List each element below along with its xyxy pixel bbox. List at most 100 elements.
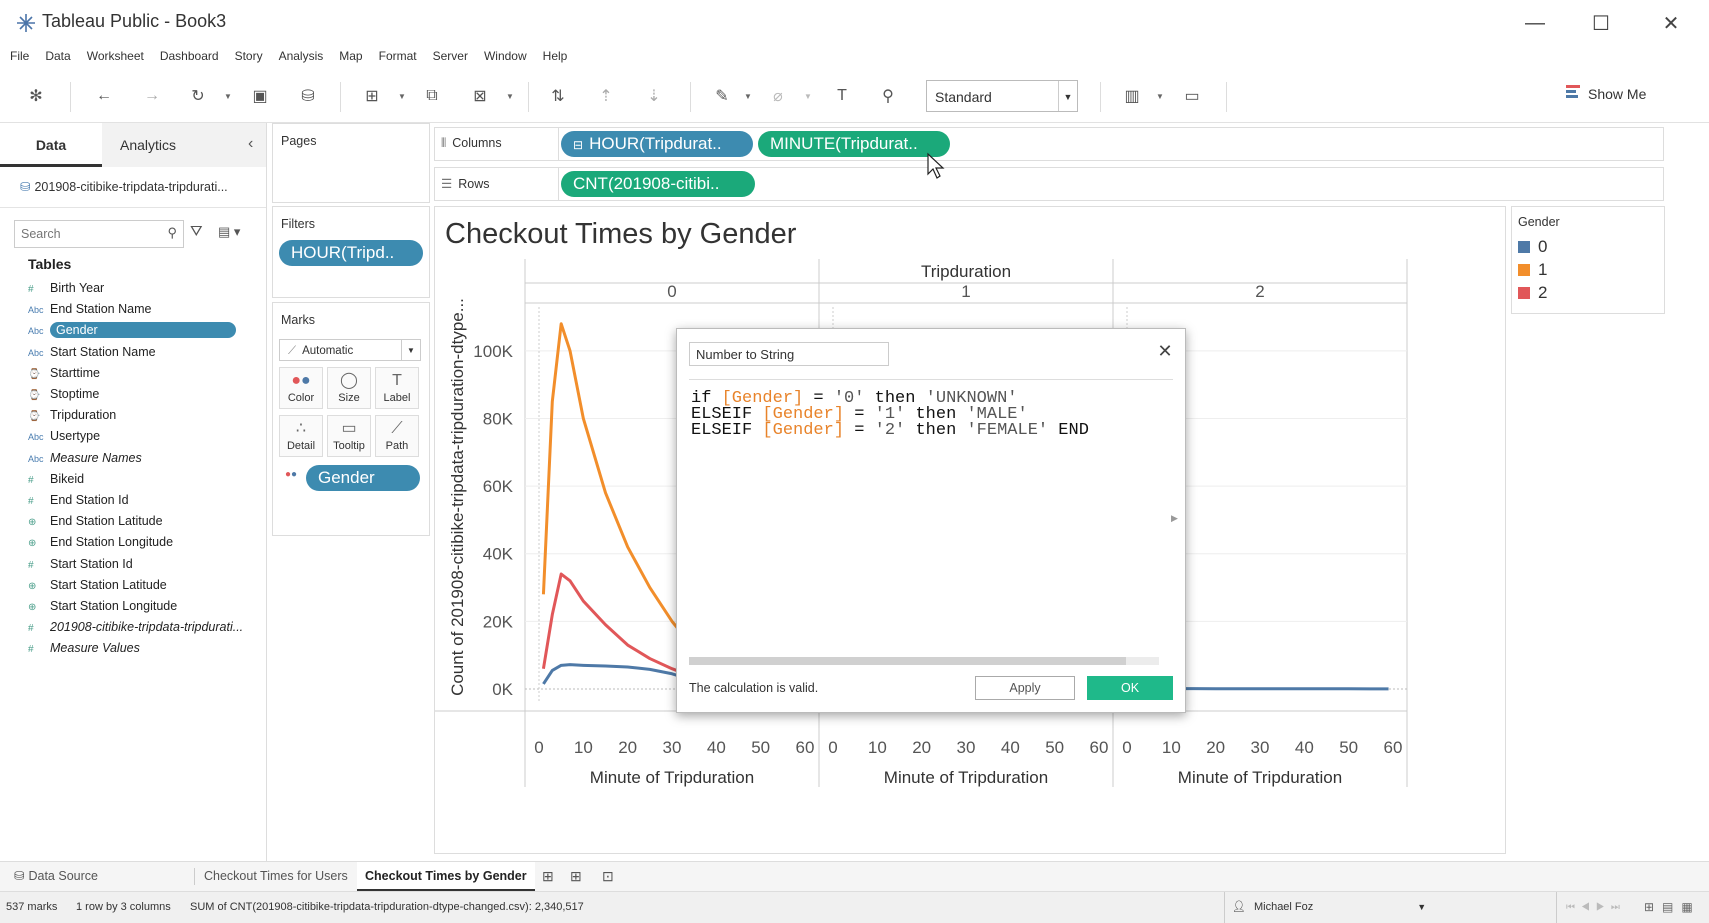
field-end-station-latitude[interactable]: ⊕End Station Latitude [28,511,163,531]
menu-dashboard[interactable]: Dashboard [152,46,227,68]
field-usertype[interactable]: AbcUsertype [28,426,100,446]
apply-button[interactable]: Apply [975,676,1075,700]
legend-item[interactable]: 0 [1518,237,1547,257]
mark-type-select[interactable]: ⟋Automatic ▼ [279,339,421,361]
field-start-station-latitude[interactable]: ⊕Start Station Latitude [28,575,167,595]
field-end-station-longitude[interactable]: ⊕End Station Longitude [28,532,173,552]
replay-dropdown-icon[interactable]: ▼ [224,92,232,101]
field-measure-names[interactable]: AbcMeasure Names [28,448,142,468]
undo-icon[interactable]: ← [92,84,116,108]
presentation-icon[interactable]: ▭ [1180,84,1204,108]
columns-pill-minute[interactable]: MINUTE(Tripdurat.. [758,131,950,157]
datasource-name[interactable]: ⛁201908-citibike-tripdata-tripdurati... [20,179,228,194]
menu-file[interactable]: File [2,46,37,68]
field-start-station-name[interactable]: AbcStart Station Name [28,342,156,362]
tableau-home-icon[interactable]: ✻ [24,84,48,108]
filters-card[interactable]: Filters HOUR(Tripd.. [272,206,430,298]
clear-dropdown-icon[interactable]: ▼ [506,92,514,101]
dialog-close-button[interactable]: ✕ [1155,341,1175,361]
editor-scrollbar[interactable] [689,657,1159,665]
ok-button[interactable]: OK [1087,676,1173,700]
menu-worksheet[interactable]: Worksheet [79,46,152,68]
sort-descending-icon[interactable]: ⇣ [642,84,666,108]
field-start-station-longitude[interactable]: ⊕Start Station Longitude [28,596,177,616]
redo-icon[interactable]: → [140,84,164,108]
filter-pill[interactable]: HOUR(Tripd.. [279,240,423,266]
new-dashboard-tab-icon[interactable]: ⊞ [562,862,590,891]
field-measure-values[interactable]: #Measure Values [28,638,140,658]
menu-server[interactable]: Server [425,46,476,68]
menu-window[interactable]: Window [476,46,535,68]
rows-shelf[interactable]: ☰Rows CNT(201908-citibi.. [434,167,1664,201]
tooltip-button[interactable]: ▭Tooltip [327,415,371,457]
legend-item[interactable]: 1 [1518,260,1547,280]
sheet-tab-checkout-gender[interactable]: Checkout Times by Gender [357,862,535,891]
search-field[interactable]: ⚲ [14,220,184,248]
tab-analytics[interactable]: Analytics [102,123,266,167]
legend-item[interactable]: 2 [1518,283,1547,303]
menu-format[interactable]: Format [371,46,425,68]
close-button[interactable]: ✕ [1648,6,1694,40]
collapse-pane-icon[interactable]: ‹ [248,135,253,153]
rows-pill-count[interactable]: CNT(201908-citibi.. [561,171,755,197]
color-button[interactable]: ●●Color [279,367,323,409]
group-icon[interactable]: ⌀ [766,84,790,108]
user-account[interactable]: 👤︎Michael Foz▼ [1232,892,1426,923]
label-button[interactable]: TLabel [375,367,419,409]
columns-shelf[interactable]: ⫴Columns ⊟HOUR(Tripdurat.. MINUTE(Tripdu… [434,127,1664,161]
replay-icon[interactable]: ↻ [186,84,210,108]
columns-pill-hour[interactable]: ⊟HOUR(Tripdurat.. [561,131,753,157]
show-cards-icon[interactable]: ▥ [1120,84,1144,108]
field-stoptime[interactable]: ⌚Stoptime [28,384,99,404]
show-cards-dropdown-icon[interactable]: ▼ [1156,92,1164,101]
menu-story[interactable]: Story [227,46,271,68]
size-button[interactable]: ◯Size [327,367,371,409]
field-gender[interactable]: AbcGender [28,320,236,340]
field-birth-year[interactable]: #Birth Year [28,278,104,298]
field-start-station-id[interactable]: #Start Station Id [28,554,133,574]
sheet-tab-checkout-users[interactable]: Checkout Times for Users [196,862,356,891]
view-options-icon[interactable]: ▤ ▾ [218,224,240,240]
save-icon[interactable]: ▣ [248,84,272,108]
pages-card[interactable]: Pages [272,123,430,203]
calc-editor[interactable]: if [Gender] = '0' then 'UNKNOWN'ELSEIF [… [691,391,1089,439]
field-tripduration[interactable]: ⌚Tripduration [28,405,116,425]
fit-select[interactable]: Standard ▼ [926,80,1078,112]
sheet-navigation-icons[interactable]: ⏮◀▶⏭ [1566,892,1626,923]
calc-name-field[interactable]: Number to String [689,342,889,366]
search-input[interactable] [15,221,163,247]
filter-icon[interactable]: ⛛ [190,223,203,240]
menu-data[interactable]: Data [37,46,78,68]
maximize-button[interactable]: ☐ [1578,6,1624,40]
tab-data[interactable]: Data [0,123,102,167]
view-mode-icons[interactable]: ⊞▤▦ [1644,892,1701,923]
new-worksheet-icon[interactable]: ⊞ [360,84,384,108]
sort-ascending-icon[interactable]: ⇡ [594,84,618,108]
data-source-tab[interactable]: ⛁Data Source [6,862,106,891]
pin-icon[interactable]: ⚲ [876,84,900,108]
gender-color-pill[interactable]: Gender [306,465,420,491]
group-dropdown-icon[interactable]: ▼ [804,92,812,101]
path-button[interactable]: ⟋Path [375,415,419,457]
show-me-button[interactable]: Show Me [1588,86,1646,102]
minimize-button[interactable]: — [1512,6,1558,40]
new-worksheet-dropdown-icon[interactable]: ▼ [398,92,406,101]
menu-map[interactable]: Map [331,46,370,68]
highlight-dropdown-icon[interactable]: ▼ [744,92,752,101]
labels-icon[interactable]: T [830,84,854,108]
field-201908-citibike-tripdata-tripdurati[interactable]: #201908-citibike-tripdata-tripdurati... [28,617,243,637]
swap-icon[interactable]: ⇅ [546,84,570,108]
clear-sheet-icon[interactable]: ⊠ [468,84,492,108]
duplicate-icon[interactable]: ⧉ [420,84,444,108]
menu-analysis[interactable]: Analysis [271,46,332,68]
field-bikeid[interactable]: #Bikeid [28,469,84,489]
detail-button[interactable]: ∴Detail [279,415,323,457]
menu-help[interactable]: Help [535,46,576,68]
field-starttime[interactable]: ⌚Starttime [28,363,100,383]
field-end-station-name[interactable]: AbcEnd Station Name [28,299,151,319]
field-end-station-id[interactable]: #End Station Id [28,490,129,510]
new-worksheet-tab-icon[interactable]: ⊞ [534,862,562,891]
expand-functions-icon[interactable]: ▶ [1171,513,1178,524]
highlight-icon[interactable]: ✎ [710,84,734,108]
new-datasource-icon[interactable]: ⛁ [296,84,320,108]
